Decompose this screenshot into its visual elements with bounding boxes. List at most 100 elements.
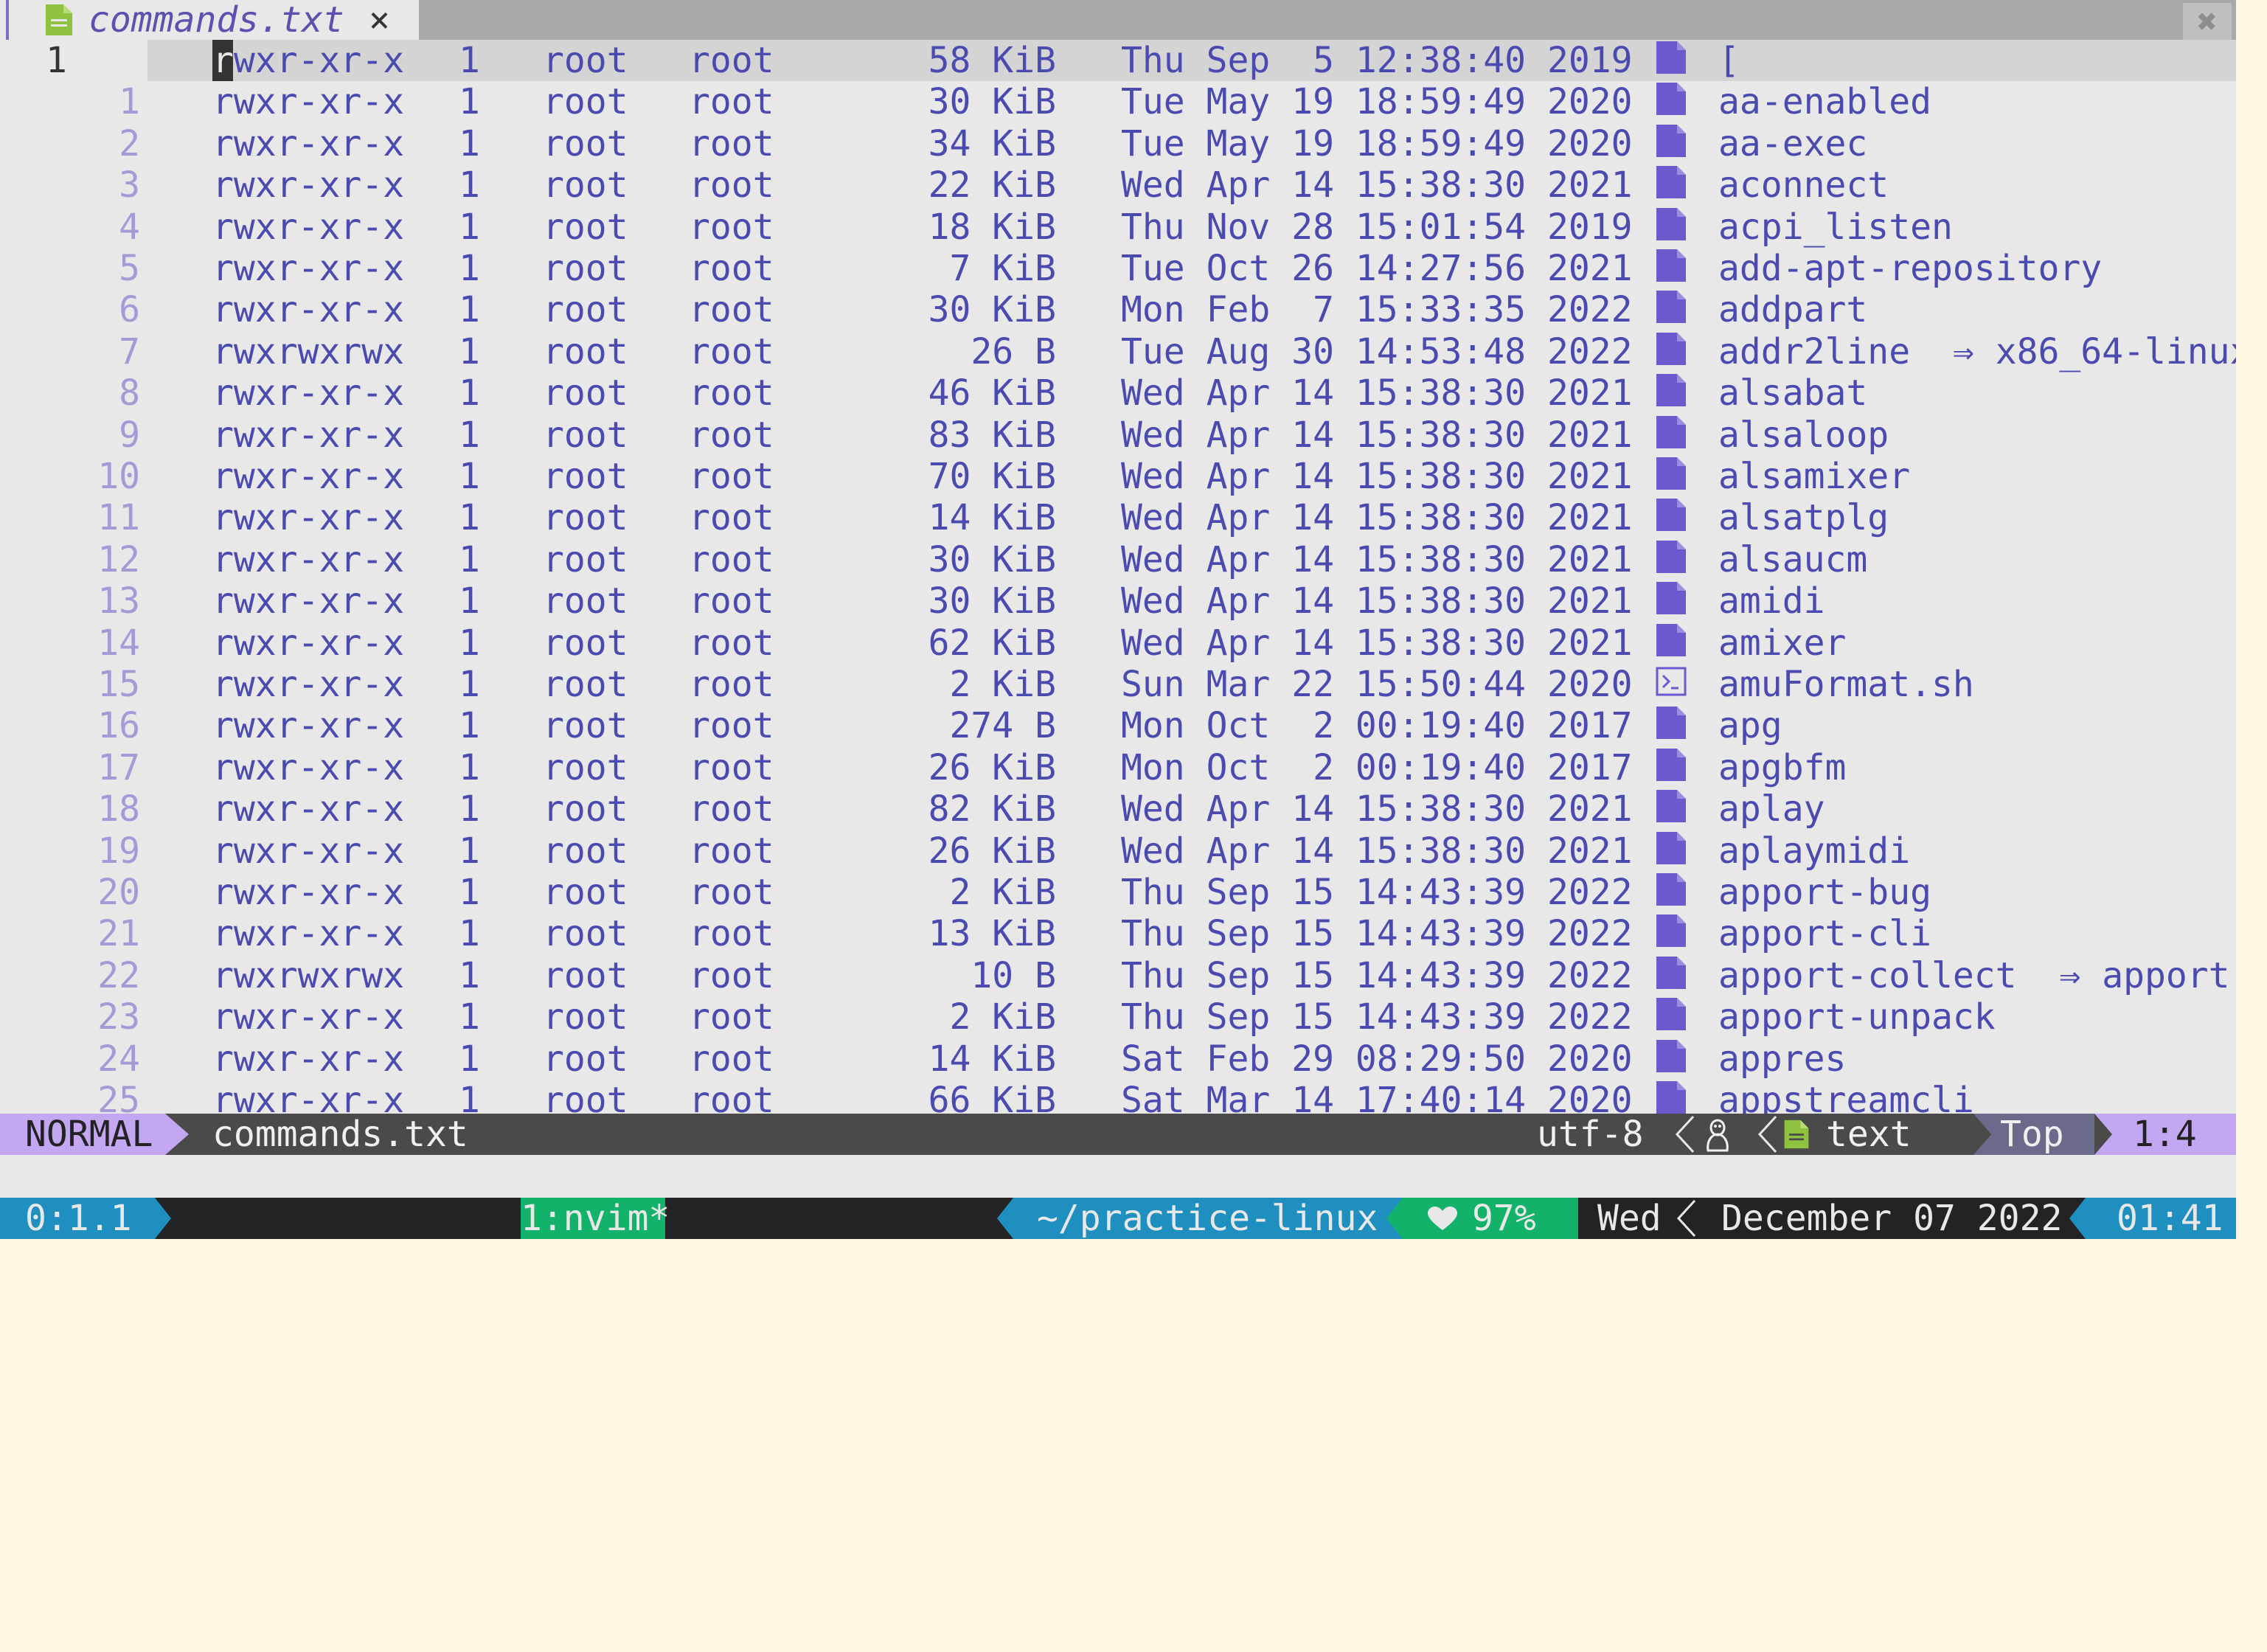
file-size: 30 KiB [928, 580, 1056, 622]
file-size: 274 B [949, 705, 1057, 747]
owner: root [543, 456, 628, 497]
text-line[interactable]: 3 rwxr-xr-x 1 root root 22 KiB Wed Apr 14 15:3… [0, 164, 2236, 206]
modified-date: Wed Apr 14 15:38:30 2021 [1121, 538, 1633, 580]
modified-date: Wed Apr 14 15:38:30 2021 [1121, 497, 1633, 539]
text-line[interactable]: 12 rwxr-xr-x 1 root root 30 KiB Wed Apr 14 15:… [0, 539, 2236, 580]
linux-tux-icon [1707, 1119, 1729, 1152]
permissions: rwxr-xr-x [212, 122, 405, 164]
group: root [689, 330, 774, 372]
editor-buffer[interactable]: 1 rwxr-xr-x 1 root root 58 KiB Thu Sep 5 12:38… [0, 40, 2251, 1121]
tab-title: commands.txt [88, 0, 344, 41]
permissions: rwxr-xr-x [212, 40, 405, 81]
line-number: 8 [119, 372, 140, 414]
owner: root [543, 372, 628, 414]
group: root [689, 788, 774, 830]
file-icon [1655, 372, 1687, 417]
text-line[interactable]: 1 rwxr-xr-x 1 root root 30 KiB Tue May 19 18:5… [0, 81, 2236, 122]
file-size: 82 KiB [928, 788, 1056, 830]
group: root [689, 954, 774, 996]
file-icon [1655, 40, 1687, 84]
modified-date: Mon Oct 2 00:19:40 2017 [1121, 705, 1633, 747]
file-size: 30 KiB [928, 81, 1056, 123]
file-name: amidi [1718, 580, 1825, 622]
text-line[interactable]: 13 rwxr-xr-x 1 root root 30 KiB Wed Apr 14 15:… [0, 580, 2236, 622]
link-count: 1 [459, 414, 480, 456]
group: root [689, 622, 774, 664]
text-line[interactable]: 5 rwxr-xr-x 1 root root 7 KiB Tue Oct 26 14:27… [0, 248, 2236, 289]
line-number: 23 [97, 996, 140, 1038]
line-number: 15 [97, 664, 140, 705]
file-icon [1655, 456, 1687, 500]
file-icon [1655, 830, 1687, 875]
text-line[interactable]: 19 rwxr-xr-x 1 root root 26 KiB Wed Apr 14 15:… [0, 830, 2236, 872]
file-icon [1655, 872, 1687, 916]
line-number: 16 [97, 705, 140, 747]
text-line[interactable]: 10 rwxr-xr-x 1 root root 70 KiB Wed Apr 14 15:… [0, 456, 2236, 497]
file-name: appres [1718, 1038, 1847, 1080]
group: root [689, 456, 774, 497]
link-count: 1 [459, 1038, 480, 1080]
tmux-window-nvim[interactable]: 1:nvim* [521, 1198, 670, 1239]
text-line[interactable]: 20 rwxr-xr-x 1 root root 2 KiB Thu Sep 15 14:4… [0, 872, 2236, 913]
permissions: rwxr-xr-x [212, 497, 405, 539]
group: root [689, 81, 774, 123]
text-line[interactable]: 2 rwxr-xr-x 1 root root 34 KiB Tue May 19 18:5… [0, 123, 2236, 164]
file-name: alsamixer [1718, 456, 1911, 497]
owner: root [543, 81, 628, 123]
text-line[interactable]: 22 rwxrwxrwx 1 root root 10 B Thu Sep 15 14:43… [0, 954, 2251, 996]
text-line[interactable]: 8 rwxr-xr-x 1 root root 46 KiB Wed Apr 14 15:3… [0, 372, 2236, 414]
text-line[interactable]: 4 rwxr-xr-x 1 root root 18 KiB Thu Nov 28 15:0… [0, 206, 2236, 248]
text-line[interactable]: 18 rwxr-xr-x 1 root root 82 KiB Wed Apr 14 15:… [0, 788, 2236, 830]
tmux-session[interactable]: 0:1.1 [25, 1198, 132, 1239]
modified-date: Thu Sep 5 12:38:40 2019 [1121, 40, 1633, 81]
tab-commands-txt[interactable]: commands.txt × [0, 0, 419, 40]
permissions: rwxr-xr-x [212, 81, 405, 123]
text-line[interactable]: 6 rwxr-xr-x 1 root root 30 KiB Mon Feb 7 15:33… [0, 289, 2236, 330]
tmux-path: ~/practice-linux [1037, 1198, 1378, 1239]
line-number: 13 [97, 580, 140, 622]
link-count: 1 [459, 122, 480, 164]
link-count: 1 [459, 81, 480, 123]
group: root [689, 40, 774, 81]
text-line[interactable]: 23 rwxr-xr-x 1 root root 2 KiB Thu Sep 15 14:4… [0, 996, 2236, 1038]
permissions: rwxr-xr-x [212, 996, 405, 1038]
file-size: 13 KiB [928, 913, 1056, 955]
owner: root [543, 497, 628, 539]
group: root [689, 289, 774, 331]
permissions: rwxr-xr-x [212, 414, 405, 456]
text-line[interactable]: 17 rwxr-xr-x 1 root root 26 KiB Mon Oct 2 00:1… [0, 747, 2236, 788]
permissions: rwxr-xr-x [212, 206, 405, 248]
line-number: 1 [119, 81, 140, 123]
group: root [689, 872, 774, 913]
file-name: aa-enabled [1718, 81, 1931, 123]
file-size: 22 KiB [928, 164, 1056, 206]
modified-date: Thu Sep 15 14:43:39 2022 [1121, 954, 1633, 996]
text-line[interactable]: 7 rwxrwxrwx 1 root root 26 B Tue Aug 30 14:53:… [0, 330, 2251, 372]
text-line[interactable]: 9 rwxr-xr-x 1 root root 83 KiB Wed Apr 14 15:3… [0, 414, 2236, 456]
group: root [689, 206, 774, 248]
text-line[interactable]: 15 rwxr-xr-x 1 root root 2 KiB Sun Mar 22 15:5… [0, 664, 2236, 705]
link-count: 1 [459, 664, 480, 705]
file-name: addr2line [1718, 330, 1911, 372]
text-line[interactable]: 24 rwxr-xr-x 1 root root 14 KiB Sat Feb 29 08:… [0, 1038, 2236, 1080]
file-icon [1655, 705, 1687, 749]
file-name: aplaymidi [1718, 830, 1911, 872]
modified-date: Wed Apr 14 15:38:30 2021 [1121, 414, 1633, 456]
modified-date: Wed Apr 14 15:38:30 2021 [1121, 788, 1633, 830]
file-name: apgbfm [1718, 746, 1847, 788]
tab-close-icon[interactable]: × [369, 0, 390, 40]
text-line[interactable]: 16 rwxr-xr-x 1 root root 274 B Mon Oct 2 00:19… [0, 705, 2236, 746]
permissions: rwxr-xr-x [212, 372, 405, 414]
tmux-date: December 07 2022 [1721, 1198, 2063, 1239]
file-name: acpi_listen [1718, 206, 1953, 248]
text-line[interactable]: 14 rwxr-xr-x 1 root root 62 KiB Wed Apr 14 15:… [0, 622, 2236, 664]
text-line[interactable]: 11 rwxr-xr-x 1 root root 14 KiB Wed Apr 14 15:… [0, 497, 2236, 538]
file-icon [1655, 580, 1687, 625]
window-close-icon[interactable]: ✖ [2183, 3, 2232, 40]
command-line[interactable] [0, 1155, 2236, 1198]
file-icon [1655, 539, 1687, 583]
group: root [689, 830, 774, 872]
cursor-character: r [212, 40, 234, 81]
current-line[interactable]: 1 rwxr-xr-x 1 root root 58 KiB Thu Sep 5 12:38… [0, 40, 2236, 81]
text-line[interactable]: 21 rwxr-xr-x 1 root root 13 KiB Thu Sep 15 14:… [0, 913, 2236, 954]
